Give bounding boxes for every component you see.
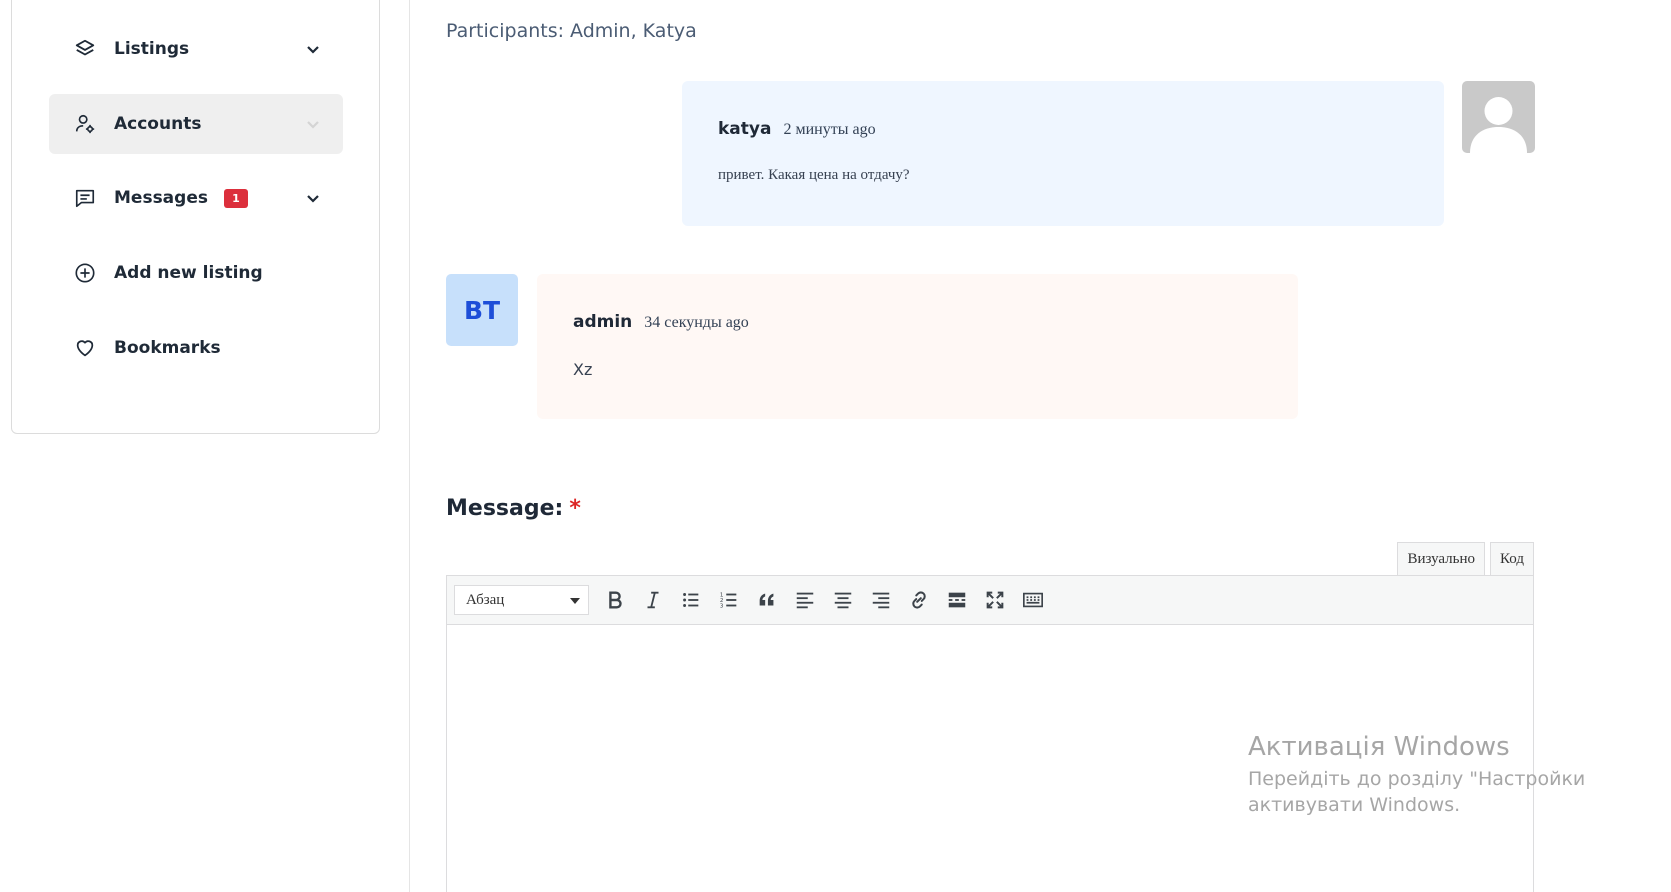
editor-mode-tabs: Визуально Код: [1397, 542, 1534, 576]
layers-icon: [74, 38, 96, 60]
sidebar-item-add-new-listing[interactable]: Add new listing: [49, 243, 343, 303]
message-author: admin: [573, 312, 633, 332]
numbered-list-icon[interactable]: 123: [710, 584, 748, 616]
watermark-line1: Перейдіть до розділу "Настройки: [1248, 768, 1586, 790]
avatar-initials: BT: [446, 274, 518, 346]
sidebar: Listings Accounts Messages 1 Add new lis…: [11, 0, 380, 434]
sidebar-item-label: Messages: [114, 188, 208, 208]
message-author: katya: [718, 119, 772, 139]
message-time: 34 секунды ago: [644, 314, 749, 331]
message-bubble-katya: katya 2 минуты ago привет. Какая цена на…: [682, 81, 1444, 226]
user-gear-icon: [74, 113, 96, 135]
watermark-title: Активація Windows: [1248, 732, 1510, 762]
toolbar-toggle-icon[interactable]: [1014, 584, 1052, 616]
bullet-list-icon[interactable]: [672, 584, 710, 616]
format-select[interactable]: Абзац: [454, 585, 589, 615]
chevron-down-icon: [307, 195, 319, 203]
caret-down-icon: [570, 598, 580, 604]
svg-text:3: 3: [720, 603, 724, 609]
message-time: 2 минуты ago: [783, 121, 876, 138]
default-user-avatar-icon: [1470, 97, 1527, 153]
sidebar-item-accounts[interactable]: Accounts: [49, 94, 343, 154]
fullscreen-icon[interactable]: [976, 584, 1014, 616]
message-field-label: Message: *: [446, 496, 581, 521]
message-body: привет. Какая цена на отдачу?: [718, 167, 910, 183]
tab-code[interactable]: Код: [1490, 542, 1534, 576]
italic-icon[interactable]: [634, 584, 672, 616]
align-right-icon[interactable]: [862, 584, 900, 616]
message-bubble-admin: admin 34 секунды ago Xz: [537, 274, 1298, 419]
sidebar-item-bookmarks[interactable]: Bookmarks: [49, 318, 343, 378]
sidebar-item-label: Bookmarks: [114, 338, 221, 358]
editor-toolbar: Абзац 123: [447, 576, 1533, 625]
heart-icon: [74, 337, 96, 359]
message-body: Xz: [573, 360, 593, 379]
tab-visual[interactable]: Визуально: [1397, 542, 1486, 576]
windows-activation-watermark: Активація Windows Перейдіть до розділу "…: [1248, 732, 1585, 816]
message-label-text: Message:: [446, 496, 564, 521]
sidebar-item-label: Listings: [114, 39, 190, 59]
chevron-down-icon: [307, 46, 319, 54]
sidebar-item-messages[interactable]: Messages 1: [49, 168, 343, 228]
chevron-down-icon: [307, 121, 319, 129]
sidebar-item-label: Add new listing: [114, 263, 263, 283]
unread-badge: 1: [223, 188, 248, 208]
blockquote-icon[interactable]: [748, 584, 786, 616]
content-divider: [409, 0, 410, 892]
link-icon[interactable]: [900, 584, 938, 616]
bold-icon[interactable]: [596, 584, 634, 616]
align-center-icon[interactable]: [824, 584, 862, 616]
read-more-icon[interactable]: [938, 584, 976, 616]
align-left-icon[interactable]: [786, 584, 824, 616]
plus-circle-icon: [74, 262, 96, 284]
participants-line: Participants: Admin, Katya: [446, 20, 697, 42]
sidebar-item-label: Accounts: [114, 114, 202, 134]
required-marker: *: [569, 496, 581, 521]
sidebar-item-listings[interactable]: Listings: [49, 19, 343, 79]
format-select-value: Абзац: [466, 591, 505, 608]
avatar: [1462, 81, 1535, 153]
watermark-line2: активувати Windows.: [1248, 794, 1461, 816]
message-icon: [74, 187, 96, 209]
